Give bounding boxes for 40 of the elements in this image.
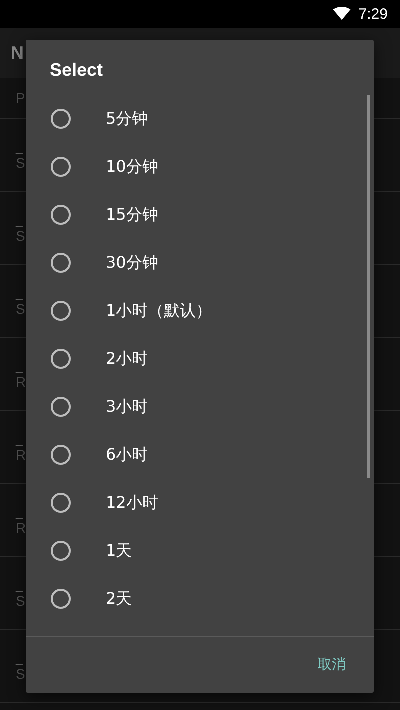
- dialog-title: Select: [49, 59, 104, 82]
- option-item[interactable]: 10分钟: [26, 143, 374, 191]
- option-label: 2天: [106, 588, 132, 610]
- option-item[interactable]: 2天: [26, 575, 374, 623]
- option-item[interactable]: 15分钟: [26, 191, 374, 239]
- radio-button[interactable]: [51, 205, 71, 225]
- wifi-icon: [332, 7, 351, 21]
- option-label: 6小时: [106, 444, 148, 466]
- radio-button[interactable]: [51, 109, 71, 129]
- option-label: 3小时: [106, 396, 148, 418]
- radio-button[interactable]: [51, 493, 71, 513]
- option-item[interactable]: 5分钟: [26, 95, 374, 143]
- option-label: 5分钟: [106, 108, 148, 130]
- option-label: 1天: [106, 540, 132, 562]
- radio-button[interactable]: [51, 445, 71, 465]
- radio-button[interactable]: [51, 541, 71, 561]
- radio-button[interactable]: [51, 589, 71, 609]
- radio-button[interactable]: [51, 253, 71, 273]
- option-label: 2小时: [106, 348, 148, 370]
- radio-button[interactable]: [51, 301, 71, 321]
- section-label: P: [16, 90, 26, 106]
- radio-button[interactable]: [51, 397, 71, 417]
- cancel-button[interactable]: 取消: [314, 650, 350, 680]
- option-item[interactable]: 2小时: [26, 335, 374, 383]
- radio-button[interactable]: [51, 349, 71, 369]
- option-label: 30分钟: [106, 252, 158, 274]
- radio-button[interactable]: [51, 157, 71, 177]
- option-item[interactable]: 12小时: [26, 479, 374, 527]
- option-label: 12小时: [106, 492, 158, 514]
- option-item[interactable]: 6小时: [26, 431, 374, 479]
- option-item[interactable]: 30分钟: [26, 239, 374, 287]
- option-label: 15分钟: [106, 204, 158, 226]
- screen-title: N: [11, 42, 24, 64]
- option-item[interactable]: 1小时（默认）: [26, 287, 374, 335]
- scrollbar[interactable]: [367, 95, 370, 478]
- status-time: 7:29: [358, 6, 388, 22]
- option-label: 1小时（默认）: [106, 300, 212, 322]
- option-item[interactable]: 1天: [26, 527, 374, 575]
- option-item[interactable]: 3小时: [26, 383, 374, 431]
- option-label: 10分钟: [106, 156, 158, 178]
